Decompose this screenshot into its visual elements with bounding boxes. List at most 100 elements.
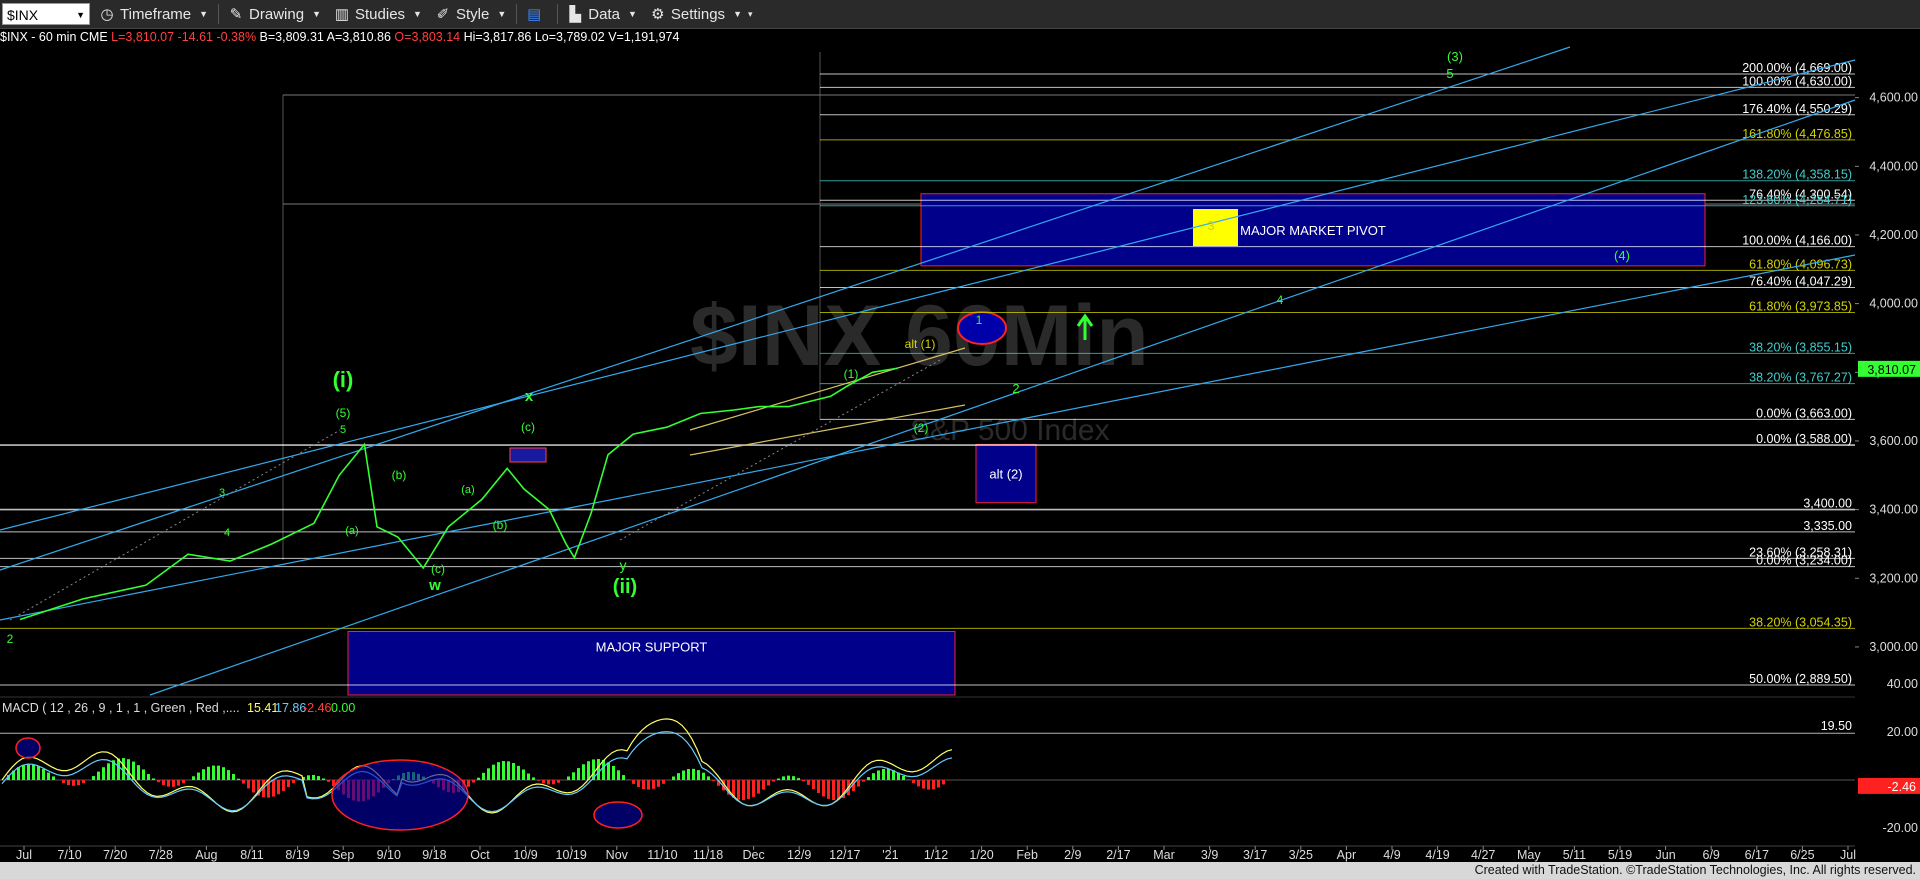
wave-label: (4)	[1614, 248, 1630, 263]
fib-label: 38.20% (3,054.35)	[1749, 615, 1852, 629]
x-tick-label: '21	[882, 848, 898, 862]
macd-hist-bar	[677, 773, 680, 780]
x-tick-label: Nov	[606, 848, 629, 862]
macd-hist-bar	[802, 780, 805, 782]
macd-hist-bar	[827, 780, 830, 799]
macd-last-label: -2.46	[1888, 780, 1917, 794]
wave-label: (1)	[844, 367, 859, 381]
fib-label: 76.40% (4,047.29)	[1749, 274, 1852, 288]
fib-label: 123.60% (4,284.71)	[1742, 193, 1852, 207]
macd-hist-bar	[702, 772, 705, 780]
x-tick-label: Apr	[1337, 848, 1356, 862]
macd-value: -2.46	[303, 701, 332, 715]
fib-label: 0.00% (3,234.00)	[1756, 554, 1852, 568]
macd-hist-bar	[582, 764, 585, 780]
fib-label: 38.20% (3,855.15)	[1749, 340, 1852, 354]
macd-hist-bar	[197, 772, 200, 780]
macd-hist-bar	[532, 777, 535, 780]
macd-hist-bar	[492, 764, 495, 780]
macd-hist-bar	[497, 762, 500, 780]
y-tick-label: 4,200.00	[1869, 228, 1918, 242]
wave-label: 5	[340, 424, 346, 436]
macd-hist-bar	[327, 780, 330, 782]
wave-label: 5	[1446, 66, 1453, 81]
macd-hist-bar	[252, 780, 255, 793]
macd-hist-bar	[152, 778, 155, 780]
macd-hist-bar	[937, 780, 940, 788]
macd-hist-bar	[837, 780, 840, 800]
macd-value: 0.00	[331, 701, 355, 715]
macd-hist-bar	[472, 780, 475, 783]
fib-label: 61.80% (4,096.73)	[1749, 257, 1852, 271]
macd-hist-bar	[147, 774, 150, 780]
x-tick-label: 3/17	[1243, 848, 1267, 862]
x-tick-label: Jul	[1840, 848, 1856, 862]
macd-hist-bar	[117, 758, 120, 780]
macd-hist-bar	[792, 776, 795, 780]
y-tick-label: 3,600.00	[1869, 434, 1918, 448]
macd-hist-bar	[477, 777, 480, 780]
x-tick-label: 11/18	[693, 848, 723, 862]
macd-hist-bar	[227, 770, 230, 780]
macd-hist-bar	[687, 769, 690, 780]
macd-hist-bar	[607, 762, 610, 780]
macd-hist-bar	[812, 780, 815, 789]
fib-label: 176.40% (4,550.29)	[1742, 102, 1852, 116]
macd-hist-bar	[247, 780, 250, 789]
x-tick-label: Dec	[742, 848, 764, 862]
macd-hist-bar	[922, 780, 925, 789]
price-series	[19, 367, 898, 621]
x-tick-label: 1/12	[924, 848, 948, 862]
macd-hist-bar	[542, 780, 545, 784]
x-tick-label: 1/20	[969, 848, 993, 862]
macd-hist-bar	[242, 780, 245, 784]
chart-canvas[interactable]: $INX 60Min S&P 500 Index MAJOR MARKET PI…	[0, 0, 1920, 862]
macd-hist-bar	[602, 759, 605, 780]
x-tick-label: 9/10	[377, 848, 401, 862]
macd-hist-bar	[857, 780, 860, 787]
x-tick-label: 3/9	[1201, 848, 1218, 862]
macd-hist-bar	[202, 769, 205, 780]
macd-hist-bar	[882, 768, 885, 780]
macd-hist-bar	[877, 770, 880, 780]
macd-hist-bar	[137, 765, 140, 780]
macd-hist-bar	[917, 780, 920, 787]
channel-line[interactable]	[0, 59, 1856, 531]
macd-hist-bar	[617, 770, 620, 780]
x-tick-label: 12/9	[787, 848, 811, 862]
macd-ellipse	[331, 759, 469, 831]
fib-label: 100.00% (4,630.00)	[1742, 74, 1852, 88]
macd-hist-bar	[637, 780, 640, 788]
mini-box	[509, 447, 547, 463]
fib-label: 3,335.00	[1803, 519, 1852, 533]
macd-hist-bar	[642, 780, 645, 790]
macd-hist-bar	[817, 780, 820, 793]
macd-hist-bar	[182, 780, 185, 784]
macd-hist-bar	[22, 764, 25, 780]
price-line	[19, 367, 898, 621]
x-tick-label: 2/17	[1106, 848, 1130, 862]
x-tick-label: 7/10	[57, 848, 81, 862]
time-axis[interactable]: Jul 7/10 7/20 7/28 Aug 8/11 8/19 Sep 9/10 9/18 Oct…	[0, 845, 1856, 862]
macd-hist-bar	[312, 775, 315, 780]
zone-label: MAJOR SUPPORT	[596, 639, 708, 654]
wave-label: w	[428, 577, 441, 594]
macd-hist-bar	[172, 780, 175, 787]
fib-label: 61.80% (3,973.85)	[1749, 300, 1852, 314]
x-tick-label: 4/19	[1425, 848, 1449, 862]
x-tick-label: May	[1517, 848, 1541, 862]
channel-line[interactable]	[0, 46, 1571, 571]
macd-y-tick-label: -20.00	[1883, 821, 1918, 835]
wave-label: (a)	[345, 525, 358, 537]
macd-hist-bar	[277, 780, 280, 795]
x-tick-label: 8/11	[240, 848, 263, 862]
macd-hist-bar	[52, 776, 55, 780]
y-tick-label: 3,000.00	[1869, 640, 1918, 654]
x-tick-label: 5/19	[1608, 848, 1632, 862]
macd-hist-bar	[192, 776, 195, 780]
wave-label: 4	[1277, 293, 1284, 307]
macd-hist-bar	[712, 780, 715, 781]
fib-label: 3,400.00	[1803, 497, 1852, 511]
channel-line[interactable]	[149, 99, 1856, 696]
macd-hist-bar	[902, 775, 905, 780]
